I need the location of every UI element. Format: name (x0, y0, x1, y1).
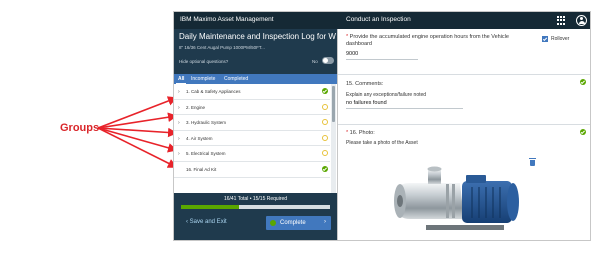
field-underline (346, 108, 463, 109)
hide-optional-toggle[interactable] (322, 57, 334, 64)
comments-field[interactable]: no failures found (346, 100, 387, 106)
arrow-to-group-1 (97, 96, 178, 129)
question-comments: 15. Comments: Explain any exceptions/fai… (338, 75, 590, 125)
total-count: 16/41 Total (223, 196, 249, 202)
tab-incomplete[interactable]: Incomplete (191, 76, 215, 82)
complete-check-icon (580, 129, 586, 135)
question-text: * Provide the accumulated engine operati… (346, 34, 531, 48)
complete-check-icon (322, 88, 328, 94)
progress-footer: 16/41 Total • 15/15 Required ‹ Save and … (174, 193, 337, 240)
chevron-right-icon: › (178, 104, 180, 111)
field-underline (346, 59, 418, 60)
form-title: Daily Maintenance and Inspection Log for… (179, 32, 336, 41)
complete-check-icon (580, 79, 586, 85)
inspection-app-window: IBM Maximo Asset Management Conduct an I… (173, 11, 591, 241)
question-instruction: Explain any exceptions/failure noted (346, 92, 427, 98)
question-photo: * 16. Photo: Please take a photo of the … (338, 125, 590, 240)
arrow-to-group-5 (97, 127, 178, 168)
rollover-label: Rollover (551, 36, 570, 42)
incomplete-circle-icon (322, 150, 328, 157)
required-marker: * (346, 130, 349, 136)
chevron-right-icon: › (324, 219, 326, 225)
incomplete-circle-icon (322, 119, 328, 126)
chevron-right-icon: › (178, 151, 180, 158)
group-item[interactable]: 16. Final Ad Kit (174, 162, 330, 178)
arrow-to-group-4 (97, 127, 178, 153)
group-label: 4. Air System (186, 135, 213, 141)
complete-button[interactable]: Complete › (266, 216, 331, 230)
progress-bar (181, 205, 330, 209)
tab-completed[interactable]: Completed (224, 76, 248, 82)
group-item[interactable]: › 4. Air System (174, 131, 330, 147)
question-pane: * Provide the accumulated engine operati… (337, 29, 590, 240)
group-item[interactable]: › 2. Engine (174, 100, 330, 116)
app-header: IBM Maximo Asset Management Conduct an I… (174, 12, 590, 29)
required-count: 15/15 Required (252, 196, 288, 202)
group-item[interactable]: › 5. Electrical System (174, 146, 330, 162)
inspection-sidebar: Daily Maintenance and Inspection Log for… (174, 29, 337, 240)
grid-icon[interactable] (557, 16, 566, 25)
incomplete-circle-icon (322, 103, 328, 110)
chevron-right-icon: › (178, 135, 180, 142)
progress-summary: 16/41 Total • 15/15 Required (174, 196, 337, 202)
group-label: 2. Engine (186, 104, 206, 110)
tab-all[interactable]: All (175, 76, 187, 84)
question-label: 15. Comments: (346, 81, 384, 87)
form-header: Daily Maintenance and Inspection Log for… (174, 29, 337, 74)
complete-status-icon (270, 220, 276, 226)
page-title: Conduct an Inspection (346, 16, 411, 23)
question-engine-hours: * Provide the accumulated engine operati… (338, 29, 590, 75)
scrollbar-thumb[interactable] (332, 86, 335, 122)
arrow-to-group-3 (97, 127, 178, 138)
group-label: 16. Final Ad Kit (186, 167, 217, 172)
engine-hours-field[interactable]: 9000 (346, 51, 358, 57)
app-title: IBM Maximo Asset Management (180, 16, 274, 23)
group-list-scrollbar[interactable] (331, 84, 336, 193)
asset-description: 8" 16/36 Cent Augal Pump 1000PM/50FT... (179, 45, 265, 50)
chevron-right-icon: › (178, 120, 180, 127)
question-label: Provide the accumulated engine operation… (346, 34, 509, 47)
chevron-right-icon: › (178, 89, 180, 95)
toggle-state-label: No (312, 59, 318, 64)
groups-annotation-label: Groups (60, 122, 100, 134)
group-item[interactable]: › 3. Hydraulic System (174, 115, 330, 131)
group-label: 3. Hydraulic System (186, 120, 227, 126)
trash-icon[interactable] (529, 158, 536, 166)
group-label: 5. Electrical System (186, 151, 226, 157)
question-instruction: Please take a photo of the Asset (346, 140, 418, 146)
group-list: › 1. Cab & Safety Appliances › 2. Engine… (174, 84, 337, 193)
question-label: 16. Photo: (349, 130, 375, 136)
question-text: * 16. Photo: (346, 130, 531, 137)
rollover-checkbox[interactable] (542, 36, 548, 42)
group-label: 1. Cab & Safety Appliances (186, 89, 241, 94)
arrow-to-group-2 (97, 112, 178, 129)
progress-bar-fill (181, 205, 240, 209)
asset-photo[interactable] (388, 165, 523, 237)
complete-button-label: Complete (280, 219, 306, 226)
incomplete-circle-icon (322, 134, 328, 141)
group-item[interactable]: › 1. Cab & Safety Appliances (174, 84, 330, 100)
user-icon[interactable] (576, 15, 587, 26)
required-marker: * (346, 34, 349, 40)
separator: • (249, 196, 252, 202)
filter-tabs: All Incomplete Completed (174, 74, 337, 84)
complete-check-icon (322, 166, 328, 172)
save-and-exit-button[interactable]: ‹ Save and Exit (186, 219, 227, 225)
hide-optional-label: Hide optional questions? (179, 59, 229, 64)
